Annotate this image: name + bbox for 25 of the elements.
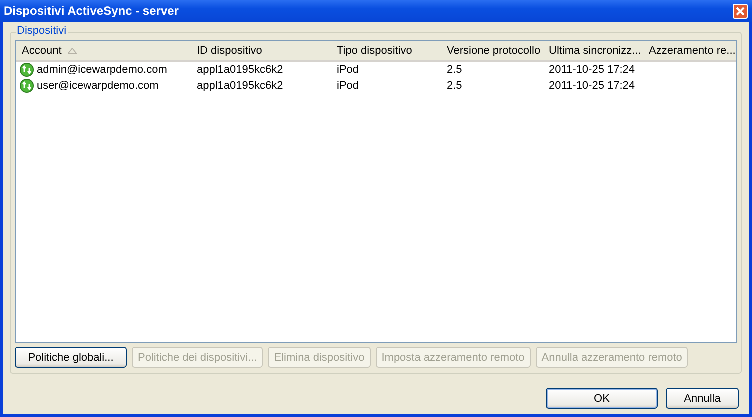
column-header[interactable]: Azzeramento re...: [643, 41, 735, 60]
dialog-button[interactable]: Annulla: [666, 388, 739, 409]
group-label: Dispositivi: [16, 25, 68, 37]
table-cell: iPod: [337, 64, 360, 76]
sync-icon: [20, 63, 34, 77]
column-header[interactable]: ID dispositivo: [191, 41, 331, 60]
table-cell: 2.5: [447, 80, 462, 92]
table-cell: 2011-10-25 17:24: [549, 80, 636, 92]
table-cell: admin@icewarpdemo.com: [37, 64, 168, 76]
column-header[interactable]: Versione protocollo: [441, 41, 543, 60]
close-button[interactable]: [733, 4, 748, 18]
table-cell: appl1a0195kc6k2: [197, 80, 284, 92]
table-cell: 2.5: [447, 64, 462, 76]
table-cell: 2011-10-25 17:24: [549, 64, 636, 76]
table-cell: appl1a0195kc6k2: [197, 64, 284, 76]
column-header[interactable]: Account: [16, 41, 191, 60]
sync-icon: [20, 79, 34, 93]
table-cell: iPod: [337, 80, 360, 92]
action-button[interactable]: Politiche globali...: [15, 347, 127, 368]
window-title: Dispositivi ActiveSync - server: [4, 4, 179, 18]
column-header[interactable]: Tipo dispositivo: [331, 41, 441, 60]
column-header[interactable]: Ultima sincronizz...: [543, 41, 643, 60]
table-cell: user@icewarpdemo.com: [37, 80, 159, 92]
dialog-button[interactable]: OK: [546, 388, 658, 409]
close-icon: [736, 6, 745, 16]
